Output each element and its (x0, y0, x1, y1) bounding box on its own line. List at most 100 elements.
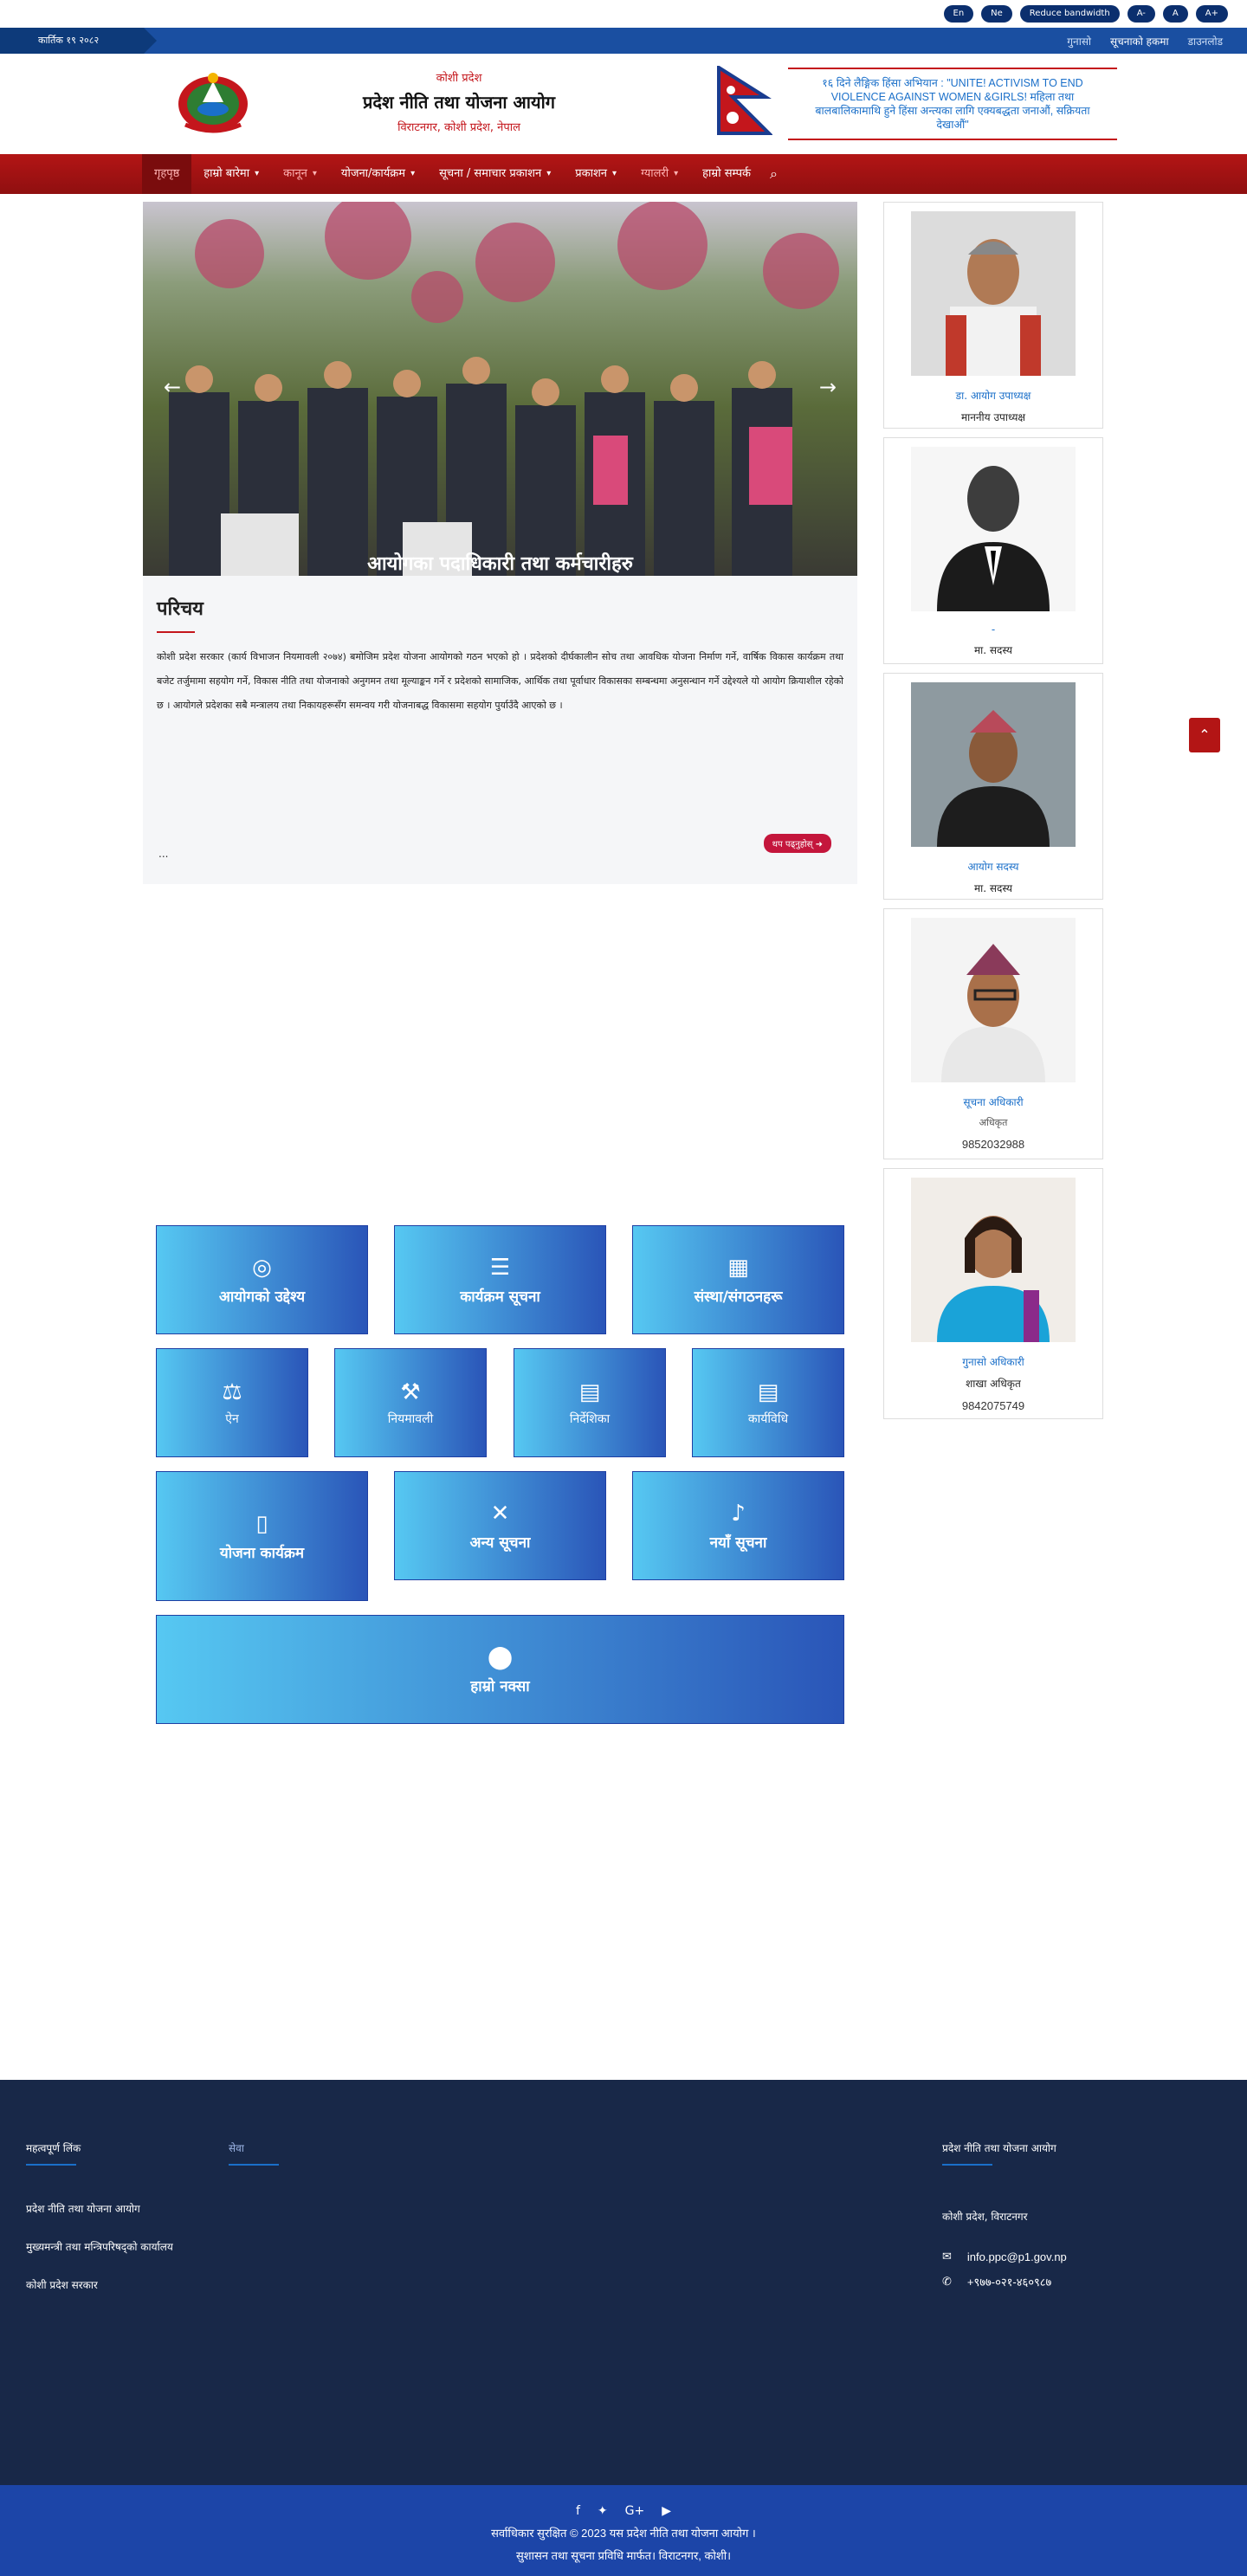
nav-item-label: कानून (283, 167, 307, 180)
lang-en-button[interactable]: En (943, 5, 974, 23)
nav-item-publications[interactable]: प्रकाशन ▾ (563, 154, 629, 194)
tile-label: संस्था/संगठनहरू (694, 1288, 783, 1306)
quick-links: गुनासो सूचनाको हकमा डाउनलोड (1067, 34, 1247, 48)
tile-objective[interactable]: ◎ आयोगको उद्देश्य (156, 1225, 368, 1334)
carousel-prev-arrow-icon[interactable]: ← (164, 375, 181, 399)
lang-ne-button[interactable]: Ne (981, 5, 1012, 23)
footer-services: सेवा (229, 2140, 279, 2166)
nav-item-contact[interactable]: हाम्रो सम्पर्क (690, 154, 763, 194)
utility-bar: En Ne Reduce bandwidth A- A A+ (0, 0, 1247, 28)
intro-title: परिचय (157, 598, 204, 620)
footer-heading: प्रदेश नीति तथा योजना आयोग (942, 2142, 1056, 2154)
footer-social-icons: f ✦ G+ ▶ (0, 2504, 1247, 2518)
footer-link[interactable]: कोशी प्रदेश सरकार (26, 2273, 199, 2297)
nepal-emblem-logo[interactable] (173, 66, 253, 135)
officer-name[interactable]: गुनासो अधिकारी (884, 1354, 1102, 1369)
quick-link-grievance[interactable]: गुनासो (1067, 34, 1091, 48)
placeholder-avatar (911, 447, 1076, 611)
office-title-block: कोशी प्रदेश प्रदेश नीति तथा योजना आयोग व… (329, 69, 589, 134)
officer-photo (911, 918, 1076, 1082)
nav-item-law[interactable]: कानून ▾ (271, 154, 329, 194)
officer-phone: 9842075749 (961, 1399, 1025, 1412)
tile-label: निर्देशिका (569, 1411, 611, 1426)
footer-heading: महत्वपूर्ण लिंक (26, 2142, 81, 2154)
nav-item-plans[interactable]: योजना/कार्यक्रम ▾ (329, 154, 427, 194)
book-icon: ▤ (757, 1378, 779, 1405)
copyright-text: सर्वाधिकार सुरक्षित © 2023 यस प्रदेश नीत… (491, 2527, 756, 2540)
footer-contact: प्रदेश नीति तथा योजना आयोग कोशी प्रदेश, … (942, 2140, 1067, 2289)
officer-card: गुनासो अधिकारी शाखा अधिकृत 9842075749 (883, 1168, 1103, 1419)
hero-carousel[interactable]: ← → आयोगका पदाधिकारी तथा कर्मचारीहरु (143, 202, 857, 576)
tile-procedures[interactable]: ▤ कार्यविधि (692, 1348, 844, 1457)
nav-item-label: हाम्रो बारेमा (204, 167, 250, 180)
tile-other-notice[interactable]: ✕ अन्य सूचना (394, 1471, 606, 1580)
tile-label: हाम्रो नक्सा (470, 1677, 530, 1695)
footer-email[interactable]: info.ppc@p1.gov.np (967, 2250, 1067, 2263)
phone-icon: ✆ (942, 2275, 952, 2288)
tile-label: नयाँ सूचना (709, 1533, 767, 1552)
footer-link[interactable]: प्रदेश नीति तथा योजना आयोग (26, 2197, 199, 2221)
nav-item-label: गृहपृष्ठ (154, 167, 180, 180)
reduce-bandwidth-button[interactable]: Reduce bandwidth (1019, 5, 1120, 23)
official-name[interactable]: आयोग सदस्य (884, 859, 1102, 874)
officer-photo (911, 1178, 1076, 1342)
footer-phone: +९७७-०२१-४६०९८७ (966, 2276, 1052, 2289)
tile-program-info[interactable]: ☰ कार्यक्रम सूचना (394, 1225, 606, 1334)
twitter-icon[interactable]: ✦ (598, 2504, 608, 2518)
nepal-flag-icon (717, 66, 772, 135)
book-icon: ▤ (578, 1378, 601, 1405)
intro-section: परिचय कोशी प्रदेश सरकार (कार्य विभाजन नि… (143, 576, 857, 884)
gavel-icon: ⚒ (400, 1378, 421, 1405)
announcement-marquee[interactable]: १६ दिने लैङ्गिक हिंसा अभियान : "UNITE! A… (788, 68, 1117, 140)
font-decrease-button[interactable]: A- (1127, 5, 1155, 23)
site-header: कोशी प्रदेश प्रदेश नीति तथा योजना आयोग व… (0, 54, 1247, 154)
nav-item-news[interactable]: सूचना / समाचार प्रकाशन ▾ (427, 154, 563, 194)
bell-slash-icon: ✕ (490, 1500, 510, 1527)
read-more-button[interactable]: थप पढ्नुहोस् ➜ (763, 834, 831, 853)
read-more-label: थप पढ्नुहोस् (772, 840, 813, 849)
official-name[interactable]: डा. आयोग उपाध्यक्ष (884, 388, 1102, 403)
quick-link-rti[interactable]: सूचनाको हकमा (1110, 34, 1169, 48)
building-icon: ▦ (727, 1254, 749, 1281)
list-icon: ☰ (489, 1254, 511, 1281)
official-photo (911, 682, 1076, 847)
font-reset-button[interactable]: A (1162, 5, 1188, 23)
tile-label: नियमावली (387, 1411, 434, 1426)
official-role: मा. सदस्य (973, 644, 1013, 656)
font-increase-button[interactable]: A+ (1195, 5, 1228, 23)
nav-item-home[interactable]: गृहपृष्ठ (142, 154, 192, 194)
tile-new-notice[interactable]: ♪ नयाँ सूचना (632, 1471, 844, 1580)
tile-label: अन्य सूचना (469, 1533, 531, 1552)
officer-name[interactable]: सूचना अधिकारी (884, 1094, 1102, 1109)
nav-item-label: सूचना / समाचार प्रकाशन (439, 167, 542, 180)
tile-plan-program[interactable]: ▯ योजना कार्यक्रम (156, 1471, 368, 1601)
carousel-next-arrow-icon[interactable]: → (819, 375, 837, 399)
officer-phone: 9852032988 (961, 1138, 1025, 1151)
nav-item-gallery[interactable]: ग्यालरी ▾ (629, 154, 690, 194)
official-card: डा. आयोग उपाध्यक्ष माननीय उपाध्यक्ष (883, 202, 1103, 429)
nav-item-about[interactable]: हाम्रो बारेमा ▾ (191, 154, 271, 194)
footer-link[interactable]: मुख्यमन्त्री तथा मन्त्रिपरिषद्को कार्याल… (26, 2235, 199, 2259)
official-role: माननीय उपाध्यक्ष (960, 411, 1026, 423)
quick-link-download[interactable]: डाउनलोड (1188, 34, 1223, 48)
tile-map[interactable]: ⬤ हाम्रो नक्सा (156, 1615, 844, 1724)
document-icon: ▯ (255, 1510, 268, 1537)
tile-acts[interactable]: ⚖ ऐन (156, 1348, 308, 1457)
tile-label: ऐन (225, 1411, 239, 1426)
footer-email-row[interactable]: ✉ info.ppc@p1.gov.np (942, 2250, 1067, 2263)
tile-regulations[interactable]: ⚒ नियमावली (334, 1348, 487, 1457)
tile-organizations[interactable]: ▦ संस्था/संगठनहरू (632, 1225, 844, 1334)
official-photo (911, 211, 1076, 376)
tile-directives[interactable]: ▤ निर्देशिका (514, 1348, 666, 1457)
youtube-icon[interactable]: ▶ (662, 2504, 671, 2518)
search-icon[interactable]: ⌕ (770, 165, 778, 183)
chevron-down-icon: ▾ (612, 169, 617, 178)
back-to-top-button[interactable]: ⌃ (1189, 718, 1220, 752)
tile-label: आयोगको उद्देश्य (218, 1288, 306, 1306)
official-name[interactable]: - (884, 623, 1102, 636)
official-role: मा. सदस्य (973, 882, 1013, 894)
facebook-icon[interactable]: f (576, 2504, 580, 2518)
tile-label: योजना कार्यक्रम (219, 1544, 305, 1562)
google-plus-icon[interactable]: G+ (625, 2504, 645, 2518)
footer-divider (942, 2164, 992, 2166)
